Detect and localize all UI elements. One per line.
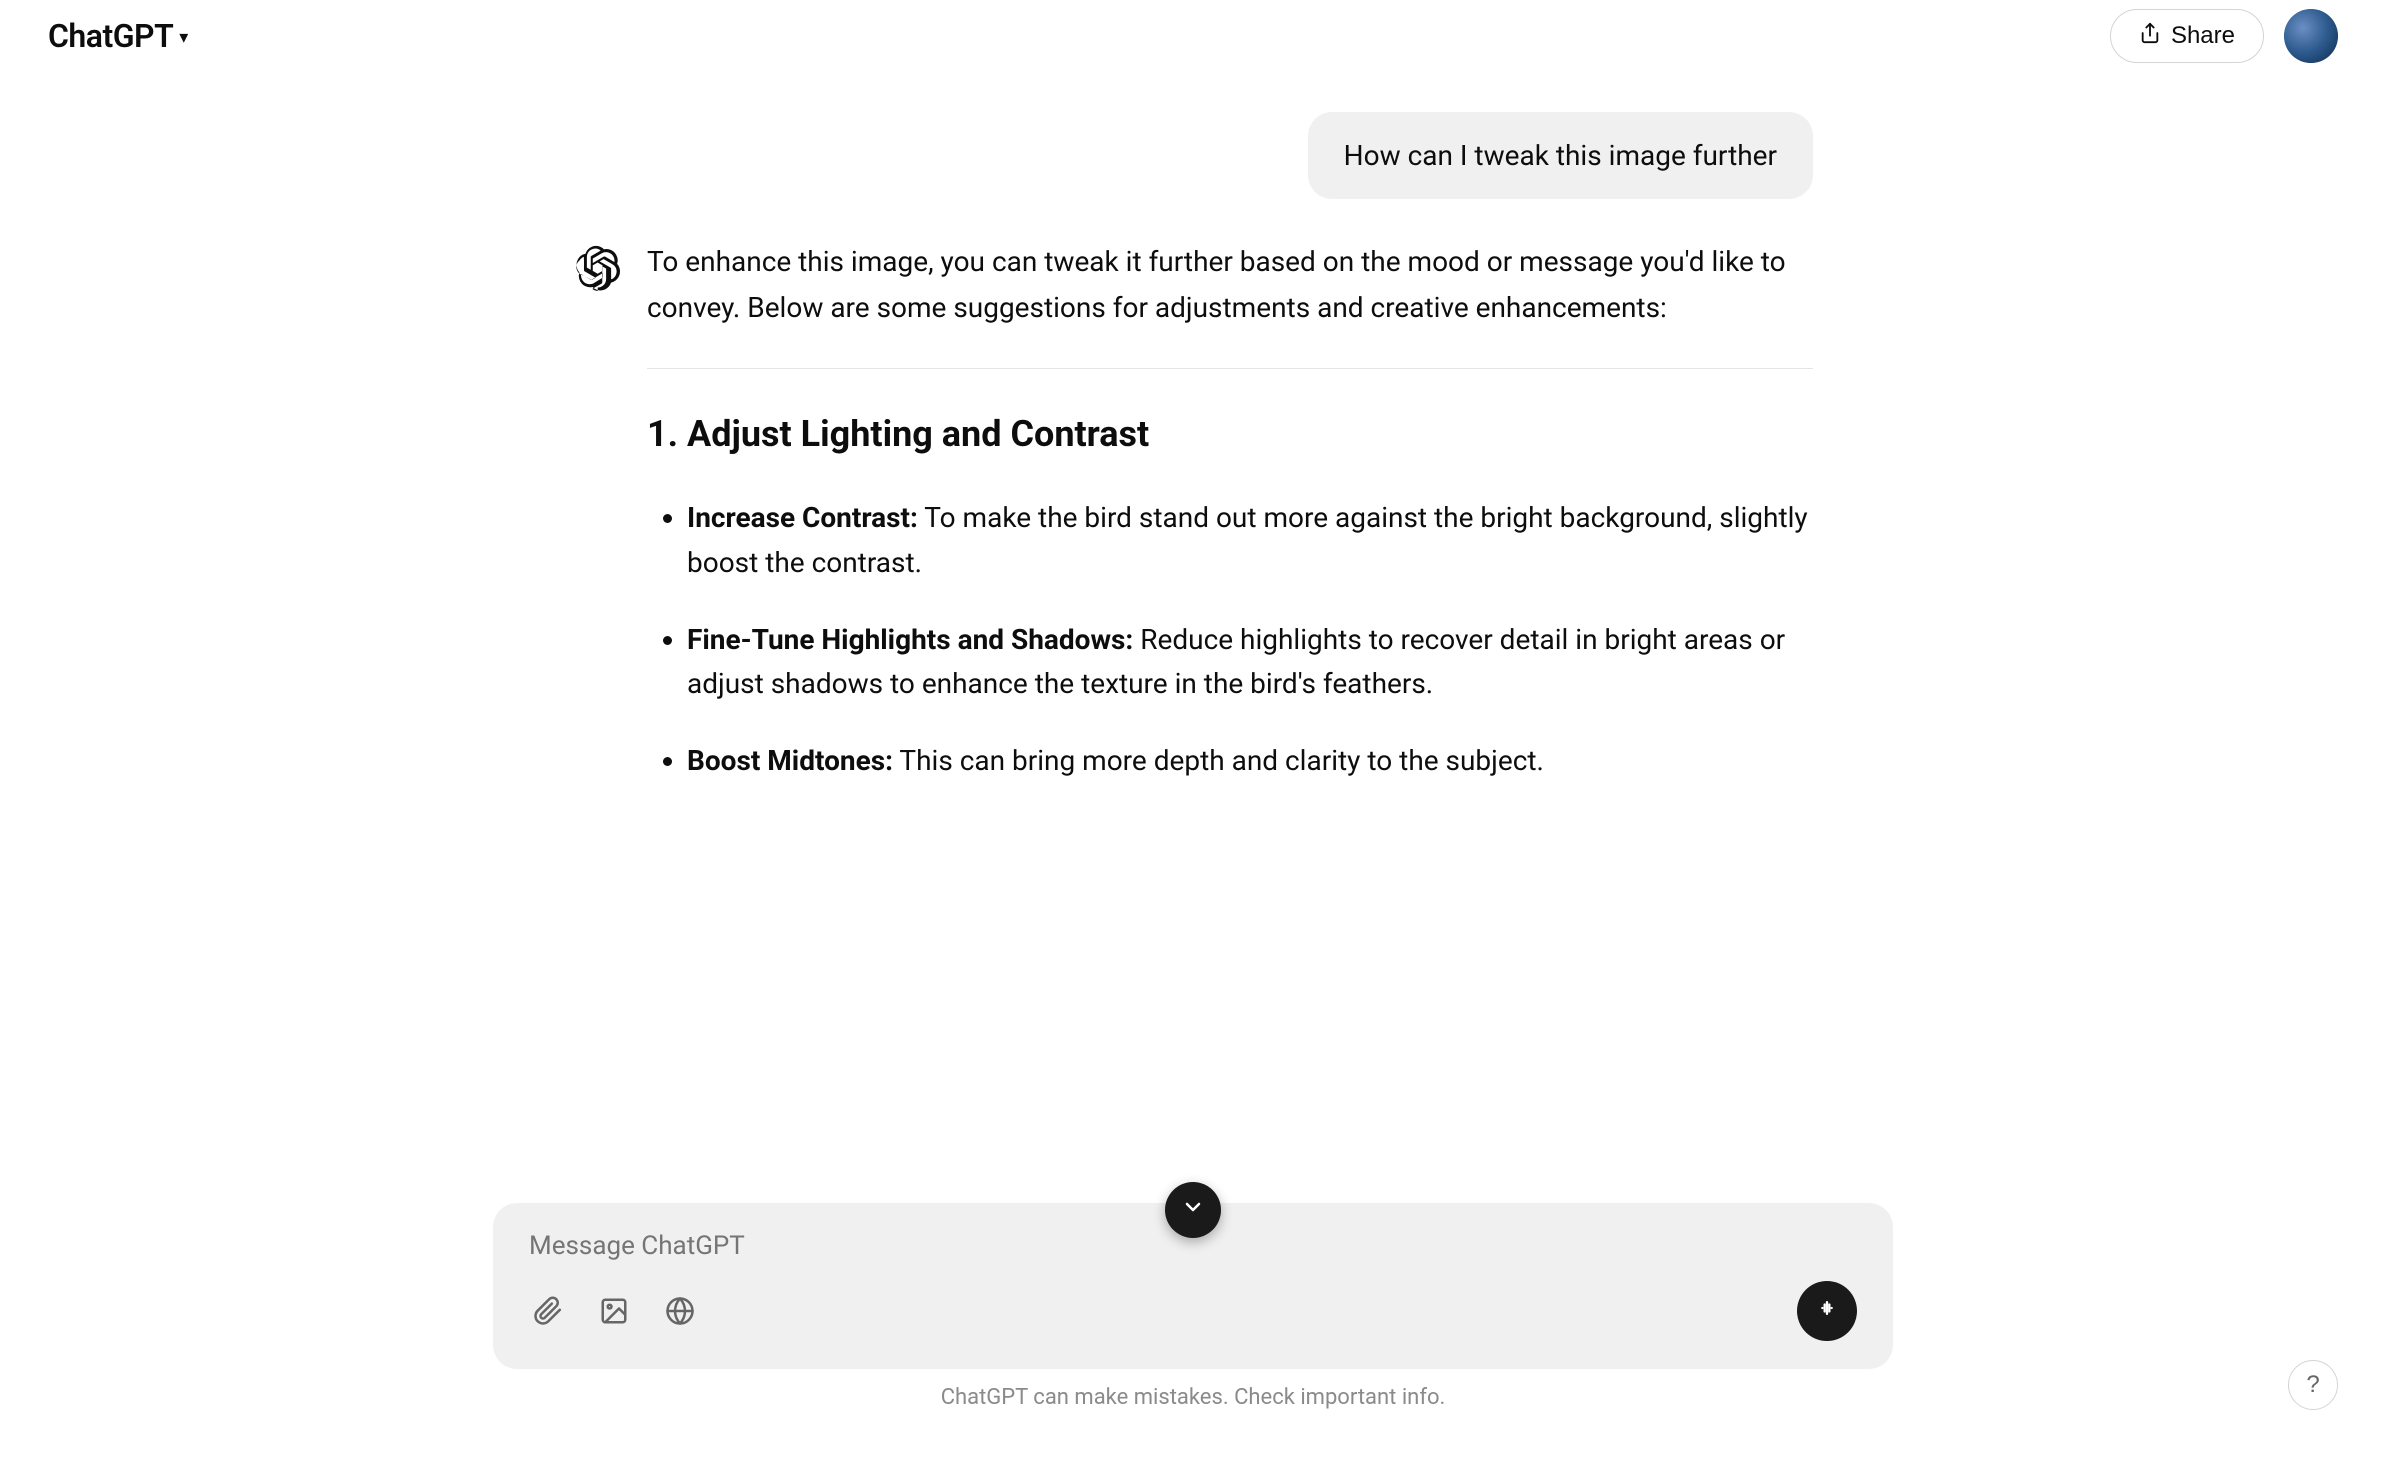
disclaimer-text: ChatGPT can make mistakes. Check importa… [493,1385,1893,1410]
avatar-image [2284,9,2338,63]
share-button[interactable]: Share [2110,9,2264,63]
share-icon [2139,22,2161,50]
input-tools-left [529,1292,699,1330]
chat-container: How can I tweak this image further To en… [493,72,1893,1014]
chevron-down-icon: ▾ [179,27,188,48]
header-actions: Share [2110,9,2338,63]
help-button[interactable]: ? [2288,1360,2338,1410]
microphone-waves-icon [1813,1294,1841,1329]
bullet-detail-3: This can bring more depth and clarity to… [893,744,1544,777]
paperclip-icon [533,1296,563,1326]
chevron-down-icon [1181,1195,1205,1226]
image-icon [599,1296,629,1326]
bullet-term-3: Boost Midtones: [687,744,893,777]
help-label: ? [2306,1371,2319,1399]
bullet-list: Increase Contrast: To make the bird stan… [647,496,1813,784]
bullet-term-1: Increase Contrast: [687,501,918,534]
user-message-bubble: How can I tweak this image further [1308,112,1813,199]
assistant-message: To enhance this image, you can tweak it … [573,239,1813,784]
attach-file-button[interactable] [529,1292,567,1330]
share-label: Share [2171,22,2235,50]
user-avatar[interactable] [2284,9,2338,63]
list-item: Increase Contrast: To make the bird stan… [687,496,1813,586]
section-heading-1: 1. Adjust Lighting and Contrast [647,405,1813,464]
chatgpt-logo-icon [575,245,621,291]
input-toolbar [529,1281,1857,1341]
image-upload-button[interactable] [595,1292,633,1330]
browse-web-button[interactable] [661,1292,699,1330]
assistant-avatar [573,243,623,293]
assistant-intro-text: To enhance this image, you can tweak it … [647,239,1813,331]
user-message-row: How can I tweak this image further [573,112,1813,199]
app-header: ChatGPT ▾ Share [0,0,2386,72]
bullet-term-2: Fine-Tune Highlights and Shadows: [687,623,1133,656]
app-title-button[interactable]: ChatGPT ▾ [48,17,188,55]
app-title: ChatGPT [48,17,173,55]
section-divider [647,368,1813,369]
scroll-down-button[interactable] [1165,1182,1221,1238]
list-item: Boost Midtones: This can bring more dept… [687,739,1813,784]
globe-icon [665,1296,695,1326]
list-item: Fine-Tune Highlights and Shadows: Reduce… [687,618,1813,708]
assistant-content: To enhance this image, you can tweak it … [647,239,1813,784]
voice-input-button[interactable] [1797,1281,1857,1341]
